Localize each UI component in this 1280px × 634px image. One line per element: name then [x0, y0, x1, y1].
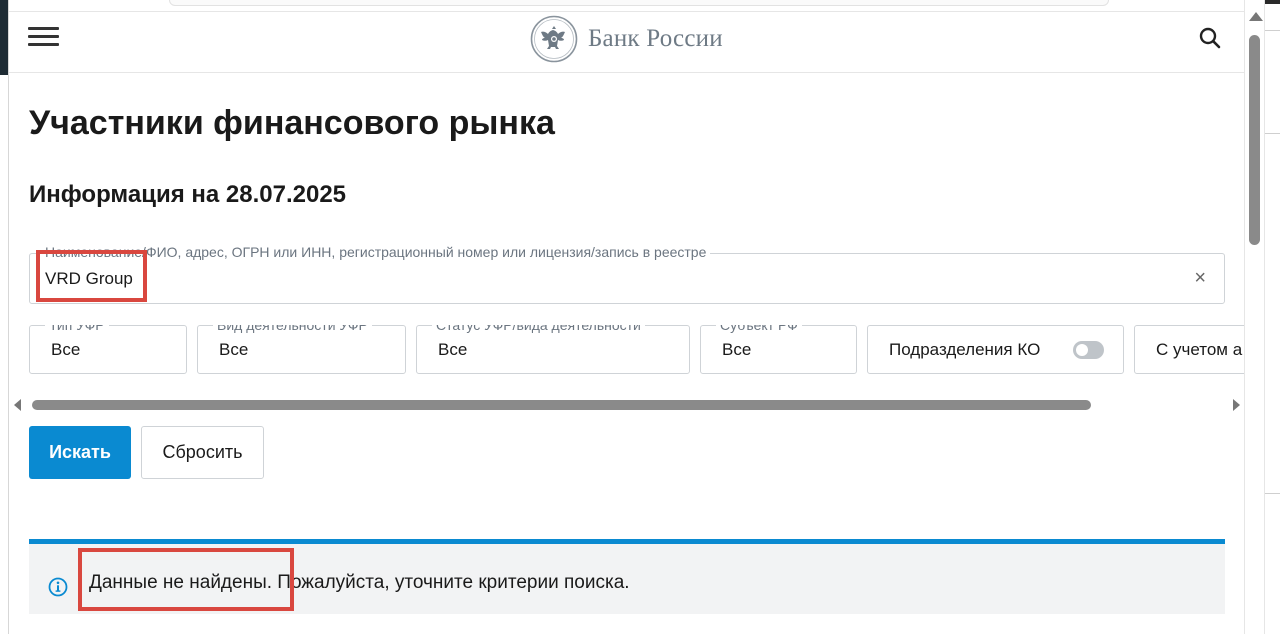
vertical-scrollbar[interactable]	[1244, 0, 1264, 634]
scroll-left-icon[interactable]	[14, 399, 21, 411]
notice-text: Данные не найдены. Пожалуйста, уточните …	[89, 572, 630, 593]
scroll-right-icon[interactable]	[1233, 399, 1240, 411]
window-right-divider	[1265, 493, 1280, 494]
filter-type-label: Тип УФР	[45, 325, 109, 333]
no-results-notice: Данные не найдены. Пожалуйста, уточните …	[29, 539, 1225, 614]
window-right-dark-strip	[1265, 0, 1280, 4]
double-headed-eagle-emblem	[530, 15, 578, 63]
filter-type-value: Все	[51, 340, 81, 359]
horizontal-scrollbar[interactable]	[14, 398, 1240, 414]
close-icon[interactable]: ×	[1194, 267, 1206, 289]
window-right-edge	[1264, 0, 1280, 634]
window-right-divider	[1265, 30, 1280, 31]
search-input[interactable]: Наименование/ФИО, адрес, ОГРН или ИНН, р…	[29, 244, 1225, 304]
filter-branches-toggle[interactable]: Подразделения КО	[867, 325, 1124, 374]
site-logo[interactable]: Банк России	[530, 14, 723, 64]
window-left-dark-strip	[0, 0, 8, 75]
search-input-value[interactable]: VRD Group	[45, 269, 133, 289]
browser-top-strip	[9, 0, 1244, 12]
page-title: Участники финансового рынка	[29, 104, 555, 142]
filters-row: Тип УФР Все Вид деятельности УФР Все Ста…	[29, 325, 1244, 375]
filter-extra-label: С учетом а	[1156, 340, 1243, 359]
filter-status[interactable]: Статус УФР/вида деятельности Все	[416, 325, 690, 374]
filter-region-value: Все	[722, 340, 752, 359]
filter-activity[interactable]: Вид деятельности УФР Все	[197, 325, 406, 374]
filter-extra-toggle[interactable]: С учетом а	[1134, 325, 1244, 374]
scroll-up-icon[interactable]	[1249, 12, 1263, 21]
filter-region-label: Субъект РФ	[716, 325, 802, 333]
branches-toggle-switch[interactable]	[1073, 341, 1104, 359]
reset-button[interactable]: Сбросить	[141, 426, 264, 479]
hamburger-icon[interactable]	[28, 27, 59, 47]
filter-branches-label: Подразделения КО	[889, 340, 1041, 359]
filter-status-value: Все	[438, 340, 468, 359]
search-icon[interactable]	[1198, 26, 1222, 50]
address-bar-edge[interactable]	[169, 0, 1109, 6]
search-input-label: Наименование/ФИО, адрес, ОГРН или ИНН, р…	[41, 244, 711, 260]
toggle-knob	[1076, 344, 1088, 356]
info-date-heading: Информация на 28.07.2025	[29, 181, 347, 208]
info-icon	[48, 577, 68, 597]
window-right-divider	[1265, 133, 1280, 134]
filter-type[interactable]: Тип УФР Все	[29, 325, 187, 374]
filter-activity-label: Вид деятельности УФР	[213, 325, 372, 333]
search-button[interactable]: Искать	[29, 426, 131, 479]
vertical-scroll-thumb[interactable]	[1249, 35, 1260, 245]
filter-region[interactable]: Субъект РФ Все	[700, 325, 857, 374]
filter-activity-value: Все	[219, 340, 249, 359]
logo-text: Банк России	[588, 25, 723, 52]
site-header: Банк России	[9, 12, 1244, 73]
window-left-edge	[0, 0, 9, 634]
horizontal-scroll-thumb[interactable]	[32, 400, 1091, 410]
filter-status-label: Статус УФР/вида деятельности	[432, 325, 645, 333]
